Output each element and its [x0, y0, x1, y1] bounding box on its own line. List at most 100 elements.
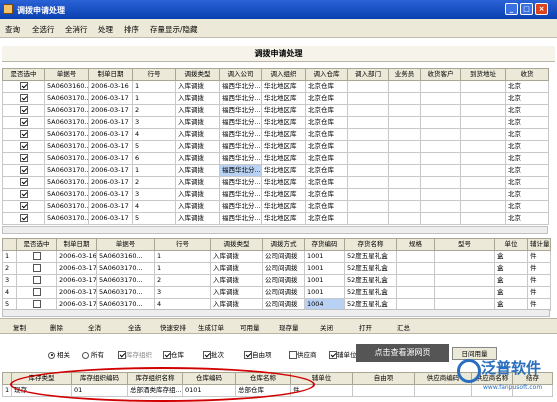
option-check[interactable]: 自由项	[244, 349, 272, 359]
row-select-cell[interactable]	[2, 176, 45, 189]
table-row[interactable]: 5A0603170... 2006-03-17 4 入库调拨 福西华北分... 华北地区库…	[2, 200, 549, 213]
column-header[interactable]: 是否选中	[16, 238, 57, 251]
row-checkbox[interactable]	[32, 288, 41, 296]
row-checkbox[interactable]	[32, 276, 41, 284]
close-button[interactable]: ×	[535, 3, 548, 15]
column-header[interactable]: 调拨方式	[262, 238, 305, 251]
column-header[interactable]	[2, 238, 17, 251]
table-row[interactable]: 5A0603170... 2006-03-17 4 入库调拨 福西华北分... 华北地区库…	[2, 128, 549, 141]
checkbox[interactable]	[118, 351, 126, 359]
row-checkbox[interactable]	[19, 166, 28, 174]
row-select-cell[interactable]	[2, 128, 45, 141]
table-row[interactable]: 5A0603170... 2006-03-17 1 入库调拨 福西华北分... 华北地区库…	[2, 164, 549, 177]
column-header[interactable]: 调入部门	[347, 68, 389, 81]
menu-deselect-all-rows[interactable]: 全消行	[65, 24, 88, 35]
row-checkbox[interactable]	[19, 118, 28, 126]
table-row[interactable]: 2 2006-03-17 5A0603170... 1 入库调拨 公司间调拨 1001 52度…	[2, 262, 551, 275]
generate-order-button[interactable]: 生成订单	[198, 322, 224, 332]
row-select-cell[interactable]	[2, 92, 45, 105]
maximize-button[interactable]: □	[520, 3, 533, 15]
table-row[interactable]: 5A0603170... 2006-03-17 3 入库调拨 福西华北分... 华北地区库…	[2, 116, 549, 129]
row-checkbox[interactable]	[19, 214, 28, 222]
table-row[interactable]: 5A0603170... 2006-03-17 2 入库调拨 福西华北分... 华北地区库…	[2, 104, 549, 117]
open-doc-button[interactable]: 打开	[359, 322, 372, 332]
row-select-cell[interactable]	[16, 262, 57, 275]
summary-button[interactable]: 汇总	[397, 322, 410, 332]
table-row[interactable]: 5A0603170... 2006-03-17 1 入库调拨 福西华北分... 华北地区库…	[2, 92, 549, 105]
row-checkbox[interactable]	[32, 252, 41, 260]
table-row[interactable]: 5A0603170... 2006-03-17 2 入库调拨 福西华北分... 华北地区库…	[2, 176, 549, 189]
row-checkbox[interactable]	[19, 130, 28, 138]
column-header[interactable]: 单位	[494, 238, 528, 251]
checkbox[interactable]	[244, 351, 252, 359]
copy-button[interactable]: 复制	[13, 322, 26, 332]
row-select-cell[interactable]	[2, 200, 45, 213]
row-select-cell[interactable]	[2, 164, 45, 177]
row-checkbox[interactable]	[19, 82, 28, 90]
quick-arrange-button[interactable]: 快速安排	[160, 322, 186, 332]
row-select-cell[interactable]	[2, 140, 45, 153]
close-doc-button[interactable]: 关闭	[320, 322, 333, 332]
row-checkbox[interactable]	[32, 264, 41, 272]
row-checkbox[interactable]	[19, 94, 28, 102]
row-checkbox[interactable]	[19, 106, 28, 114]
column-header[interactable]: 制单日期	[88, 68, 133, 81]
column-header[interactable]: 单据号	[44, 68, 89, 81]
table-row[interactable]: 5A0603170... 2006-03-17 5 入库调拨 福西华北分... 华北地区库…	[2, 212, 549, 225]
menu-process[interactable]: 处理	[98, 24, 113, 35]
table-row[interactable]: 5A0603160... 2006-03-16 1 入库调拨 福西华北分... 华北地区库…	[2, 80, 549, 93]
select-all-button[interactable]: 全选	[128, 322, 141, 332]
menu-query[interactable]: 查询	[5, 24, 20, 35]
column-header[interactable]: 行号	[132, 68, 176, 81]
column-header[interactable]: 调拨类型	[175, 68, 220, 81]
row-select-cell[interactable]	[16, 274, 57, 287]
column-header[interactable]: 收货	[505, 68, 549, 81]
row-checkbox[interactable]	[19, 142, 28, 150]
row-checkbox[interactable]	[19, 202, 28, 210]
table-row[interactable]: 3 2006-03-17 5A0603170... 2 入库调拨 公司间调拨 1001 52度…	[2, 274, 551, 287]
row-checkbox[interactable]	[19, 154, 28, 162]
column-header[interactable]: 存货编码	[304, 238, 345, 251]
row-checkbox[interactable]	[19, 178, 28, 186]
checkbox[interactable]	[203, 351, 211, 359]
minimize-button[interactable]: _	[505, 3, 518, 15]
checkbox[interactable]	[289, 351, 297, 359]
column-header[interactable]: 是否选中	[2, 68, 45, 81]
column-header[interactable]: 型号	[434, 238, 495, 251]
option-radio[interactable]: 相关	[48, 349, 70, 359]
checkbox[interactable]	[329, 351, 337, 359]
available-qty-button[interactable]: 可用量	[240, 322, 260, 332]
option-check[interactable]: 辅单位	[329, 349, 357, 359]
deselect-all-button[interactable]: 全消	[88, 322, 101, 332]
row-select-cell[interactable]	[2, 152, 45, 165]
row-select-cell[interactable]	[2, 116, 45, 129]
row-select-cell[interactable]	[2, 80, 45, 93]
menu-select-all-rows[interactable]: 全选行	[32, 24, 55, 35]
column-header[interactable]: 调入组织	[261, 68, 306, 81]
on-hand-qty-button[interactable]: 现存量	[279, 322, 299, 332]
column-header[interactable]: 调入公司	[219, 68, 262, 81]
row-select-cell[interactable]	[16, 250, 57, 263]
table-row[interactable]: 5A0603170... 2006-03-17 6 入库调拨 福西华北分... 华北地区库…	[2, 152, 549, 165]
row-checkbox[interactable]	[32, 300, 41, 308]
row-select-cell[interactable]	[2, 212, 45, 225]
table-row[interactable]: 5A0603170... 2006-03-17 5 入库调拨 福西华北分... 华北地区库…	[2, 140, 549, 153]
row-checkbox[interactable]	[19, 190, 28, 198]
checkbox[interactable]	[163, 351, 171, 359]
column-header[interactable]: 规格	[396, 238, 435, 251]
column-header[interactable]: 到货地址	[460, 68, 506, 81]
column-header[interactable]: 行号	[154, 238, 211, 251]
option-check[interactable]: 供应商	[289, 349, 317, 359]
column-header[interactable]: 单据号	[96, 238, 155, 251]
row-select-cell[interactable]	[2, 104, 45, 117]
delete-button[interactable]: 删除	[50, 322, 63, 332]
column-header[interactable]: 业务员	[388, 68, 421, 81]
column-header[interactable]: 收货客户	[420, 68, 461, 81]
table-row[interactable]: 5A0603170... 2006-03-17 3 入库调拨 福西华北分... 华北地区库…	[2, 188, 549, 201]
row-select-cell[interactable]	[16, 286, 57, 299]
option-check[interactable]: 批次	[203, 349, 224, 359]
row-select-cell[interactable]	[2, 188, 45, 201]
option-check[interactable]: 仓库	[163, 349, 184, 359]
option-check[interactable]: 库存组织	[118, 349, 152, 359]
column-header[interactable]: 存货名称	[344, 238, 397, 251]
